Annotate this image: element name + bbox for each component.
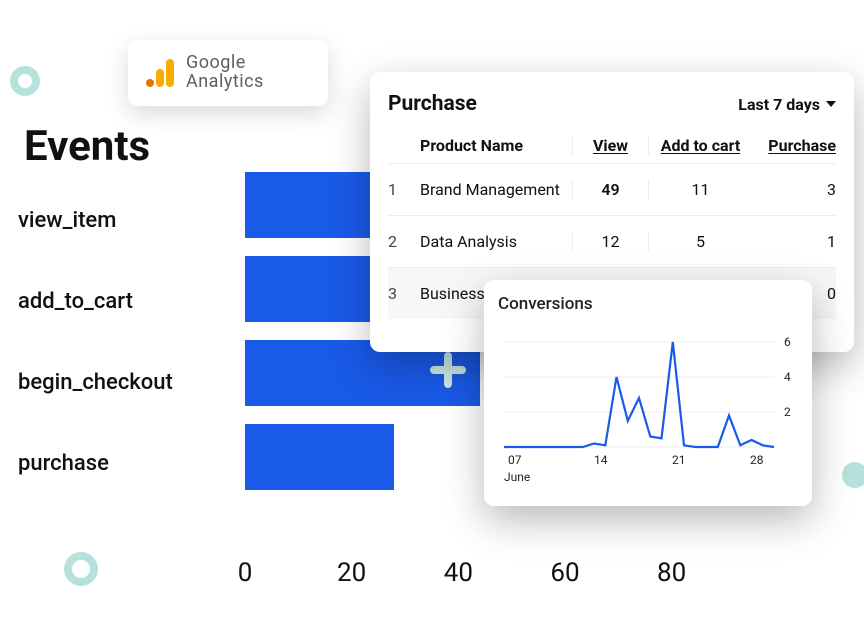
purchase-table-header: Product Name View Add to cart Purchase (388, 128, 836, 164)
deco-dot-right (842, 462, 864, 488)
ga-line2: Analytics (186, 73, 264, 92)
cell-add: 11 (648, 180, 744, 199)
ga-line1: Google (186, 52, 246, 73)
cell-add: 5 (648, 232, 744, 251)
row-index: 1 (388, 180, 412, 199)
product-name: Brand Management (420, 180, 564, 199)
table-row[interactable]: 2 Data Analysis 12 5 1 (388, 216, 836, 268)
google-analytics-logo-icon (144, 57, 176, 89)
x-tick: 40 (444, 558, 473, 588)
svg-text:07: 07 (508, 453, 522, 467)
chevron-down-icon (826, 101, 836, 107)
col-product: Product Name (420, 136, 564, 155)
date-range-selector[interactable]: Last 7 days (738, 95, 836, 114)
event-labels: view_item add_to_cart begin_checkout pur… (18, 208, 173, 476)
conversions-card: Conversions 6 4 2 07 14 21 28 June (484, 280, 812, 506)
conversions-line-chart: 6 4 2 07 14 21 28 (498, 322, 798, 472)
cell-purchase: 1 (752, 232, 836, 251)
deco-ring-bottom-left (64, 552, 98, 586)
event-label: add_to_cart (18, 289, 173, 314)
events-heading: Events (24, 122, 150, 171)
google-analytics-label: Google Analytics (186, 54, 264, 92)
svg-text:14: 14 (594, 453, 608, 467)
cell-view: 49 (572, 180, 640, 199)
purchase-title: Purchase (388, 92, 477, 116)
bar (245, 424, 394, 490)
cell-purchase: 3 (752, 180, 836, 199)
x-tick: 20 (337, 558, 366, 588)
events-x-axis: 0 20 40 60 80 (225, 558, 785, 618)
col-view[interactable]: View (572, 136, 640, 155)
row-index: 3 (388, 284, 412, 303)
row-index: 2 (388, 232, 412, 251)
conversions-x-month: June (504, 470, 798, 484)
event-label: view_item (18, 208, 173, 233)
svg-text:4: 4 (784, 370, 791, 384)
conversions-title: Conversions (498, 294, 798, 314)
col-purchase[interactable]: Purchase (752, 136, 836, 155)
svg-text:21: 21 (672, 453, 686, 467)
product-name: Data Analysis (420, 232, 564, 251)
col-add-to-cart[interactable]: Add to cart (648, 136, 744, 155)
plus-icon (430, 352, 466, 388)
event-label: begin_checkout (18, 370, 173, 395)
svg-text:2: 2 (784, 405, 791, 419)
deco-ring-top-left (10, 66, 40, 96)
date-range-label: Last 7 days (738, 95, 820, 114)
event-label: purchase (18, 451, 173, 476)
google-analytics-badge: Google Analytics (128, 40, 328, 106)
x-tick: 80 (657, 558, 686, 588)
svg-text:6: 6 (784, 335, 791, 349)
table-row[interactable]: 1 Brand Management 49 11 3 (388, 164, 836, 216)
x-tick: 0 (238, 558, 253, 588)
svg-text:28: 28 (750, 453, 764, 467)
x-tick: 60 (550, 558, 579, 588)
cell-view: 12 (572, 232, 640, 251)
